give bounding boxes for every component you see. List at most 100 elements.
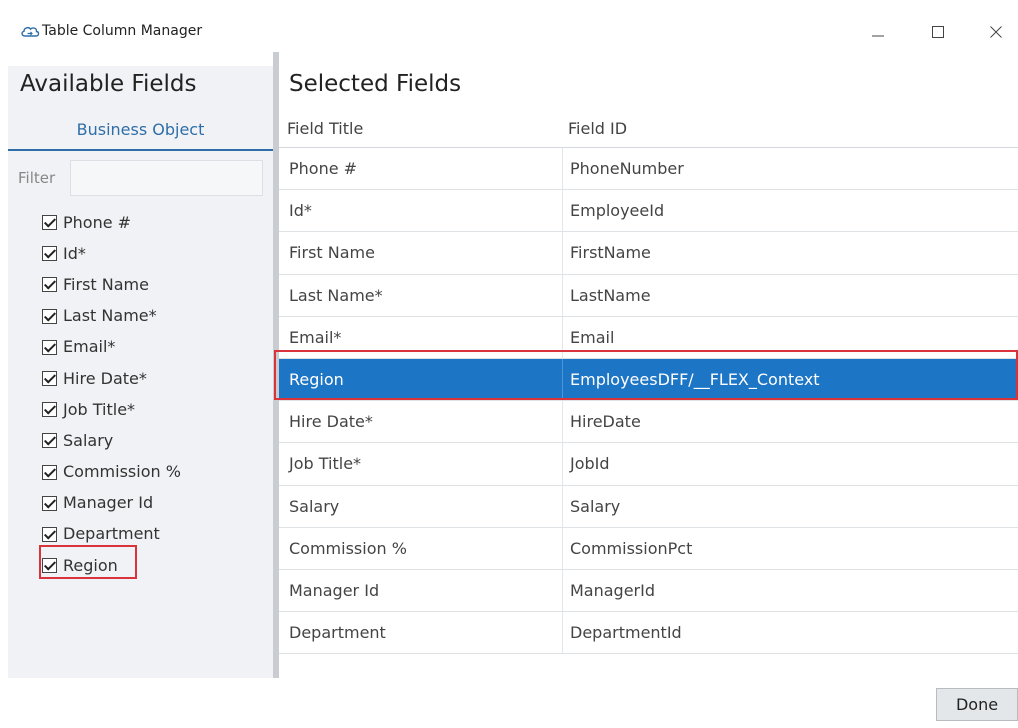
field-label: Last Name* [63, 306, 157, 326]
field-checkbox-hire-date[interactable]: Hire Date* [42, 363, 262, 394]
filter-input[interactable] [70, 160, 263, 196]
field-id-cell: Email [570, 327, 615, 347]
filter-label: Filter [18, 169, 56, 187]
field-id-cell: EmployeeId [570, 201, 665, 221]
checkbox-checked-icon [42, 215, 57, 231]
table-row[interactable]: Salary Salary [279, 485, 1018, 528]
table-row[interactable]: Department DepartmentId [279, 612, 1018, 655]
field-id-cell: LastName [570, 285, 651, 305]
title-bar: Table Column Manager [0, 0, 1018, 66]
tab-underline [8, 149, 273, 151]
field-checkbox-phone[interactable]: Phone # [42, 207, 262, 238]
field-title-cell: Department [289, 623, 386, 643]
cloud-sync-icon [20, 22, 40, 40]
checkbox-checked-icon [42, 402, 57, 418]
column-divider [562, 569, 563, 612]
column-divider [562, 485, 563, 527]
tab-business-object[interactable]: Business Object [8, 118, 273, 151]
field-checkbox-id[interactable]: Id* [42, 238, 262, 269]
field-title-cell: First Name [289, 243, 375, 263]
checkbox-checked-icon [42, 277, 57, 293]
checkbox-checked-icon [42, 464, 57, 480]
field-label: Salary [63, 430, 114, 450]
column-divider [562, 148, 563, 190]
table-row[interactable]: Phone # PhoneNumber [279, 148, 1018, 191]
column-divider [562, 274, 563, 316]
table-row[interactable]: First Name FirstName [279, 232, 1018, 275]
field-id-cell: Salary [570, 496, 621, 516]
column-header-field-title[interactable]: Field Title [287, 118, 363, 140]
table-row[interactable]: Id* EmployeeId [279, 190, 1018, 233]
close-icon [990, 26, 1002, 38]
field-title-cell: Commission % [289, 538, 407, 558]
field-title-cell: Manager Id [289, 580, 380, 600]
checkbox-checked-icon [42, 433, 57, 449]
minimize-icon [872, 35, 884, 37]
column-divider [562, 358, 563, 401]
field-checkbox-first-name[interactable]: First Name [42, 269, 262, 300]
field-label: Manager Id [63, 493, 154, 513]
field-title-cell: Last Name* [289, 285, 383, 305]
column-divider [562, 232, 563, 274]
field-id-cell: DepartmentId [570, 623, 682, 643]
table-row[interactable]: Hire Date* HireDate [279, 401, 1018, 444]
field-label: Id* [63, 243, 86, 263]
field-checkbox-email[interactable]: Email* [42, 332, 262, 363]
checkbox-checked-icon [42, 246, 57, 262]
field-id-cell: HireDate [570, 412, 641, 432]
table-row[interactable]: Manager Id ManagerId [279, 569, 1018, 613]
field-title-cell: Job Title* [289, 454, 362, 474]
checkbox-checked-icon [42, 526, 57, 542]
field-checkbox-manager-id[interactable]: Manager Id [42, 488, 262, 519]
field-id-cell: JobId [570, 454, 610, 474]
table-row[interactable]: Email* Email [279, 316, 1018, 359]
field-title-cell: Region [289, 370, 344, 390]
field-id-cell: FirstName [570, 243, 651, 263]
column-divider [562, 527, 563, 569]
done-button[interactable]: Done [936, 688, 1018, 721]
column-divider [562, 316, 563, 358]
checkbox-checked-icon [42, 371, 57, 387]
field-label: Hire Date* [63, 368, 147, 388]
column-divider [562, 190, 563, 232]
close-button[interactable] [974, 14, 1018, 50]
maximize-icon [932, 26, 944, 38]
field-label: First Name [63, 274, 149, 294]
field-checkbox-job-title[interactable]: Job Title* [42, 394, 262, 425]
field-label: Commission % [63, 462, 181, 482]
available-fields-heading: Available Fields [20, 71, 197, 97]
selected-fields-table: Phone # PhoneNumber Id* EmployeeId First N… [279, 148, 1018, 655]
table-row[interactable]: Last Name* LastName [279, 274, 1018, 317]
selected-fields-heading: Selected Fields [289, 71, 462, 97]
field-title-cell: Id* [289, 201, 312, 221]
field-label: Department [63, 524, 160, 544]
region-highlight-box [39, 545, 137, 579]
checkbox-checked-icon [42, 495, 57, 511]
field-checkbox-commission[interactable]: Commission % [42, 457, 262, 488]
column-divider [562, 401, 563, 443]
column-divider [562, 443, 563, 485]
field-checkbox-last-name[interactable]: Last Name* [42, 301, 262, 332]
field-label: Email* [63, 337, 116, 357]
field-id-cell: PhoneNumber [570, 159, 684, 179]
table-row[interactable]: Commission % CommissionPct [279, 527, 1018, 570]
maximize-button[interactable] [916, 14, 960, 50]
field-title-cell: Hire Date* [289, 412, 373, 432]
field-label: Job Title* [63, 399, 136, 419]
field-title-cell: Phone # [289, 159, 358, 179]
table-row[interactable]: Job Title* JobId [279, 443, 1018, 486]
field-id-cell: CommissionPct [570, 538, 693, 558]
field-label: Phone # [63, 212, 132, 232]
field-title-cell: Email* [289, 327, 342, 347]
column-divider [562, 612, 563, 654]
minimize-button[interactable] [856, 14, 900, 50]
window-title: Table Column Manager [42, 23, 203, 39]
column-header-field-id[interactable]: Field ID [568, 118, 627, 140]
field-title-cell: Salary [289, 496, 340, 516]
field-id-cell: EmployeesDFF/__FLEX_Context [570, 370, 820, 390]
field-checkbox-salary[interactable]: Salary [42, 425, 262, 456]
checkbox-checked-icon [42, 308, 57, 324]
checkbox-checked-icon [42, 339, 57, 355]
field-id-cell: ManagerId [570, 580, 656, 600]
table-row-selected[interactable]: Region EmployeesDFF/__FLEX_Context [279, 358, 1018, 402]
